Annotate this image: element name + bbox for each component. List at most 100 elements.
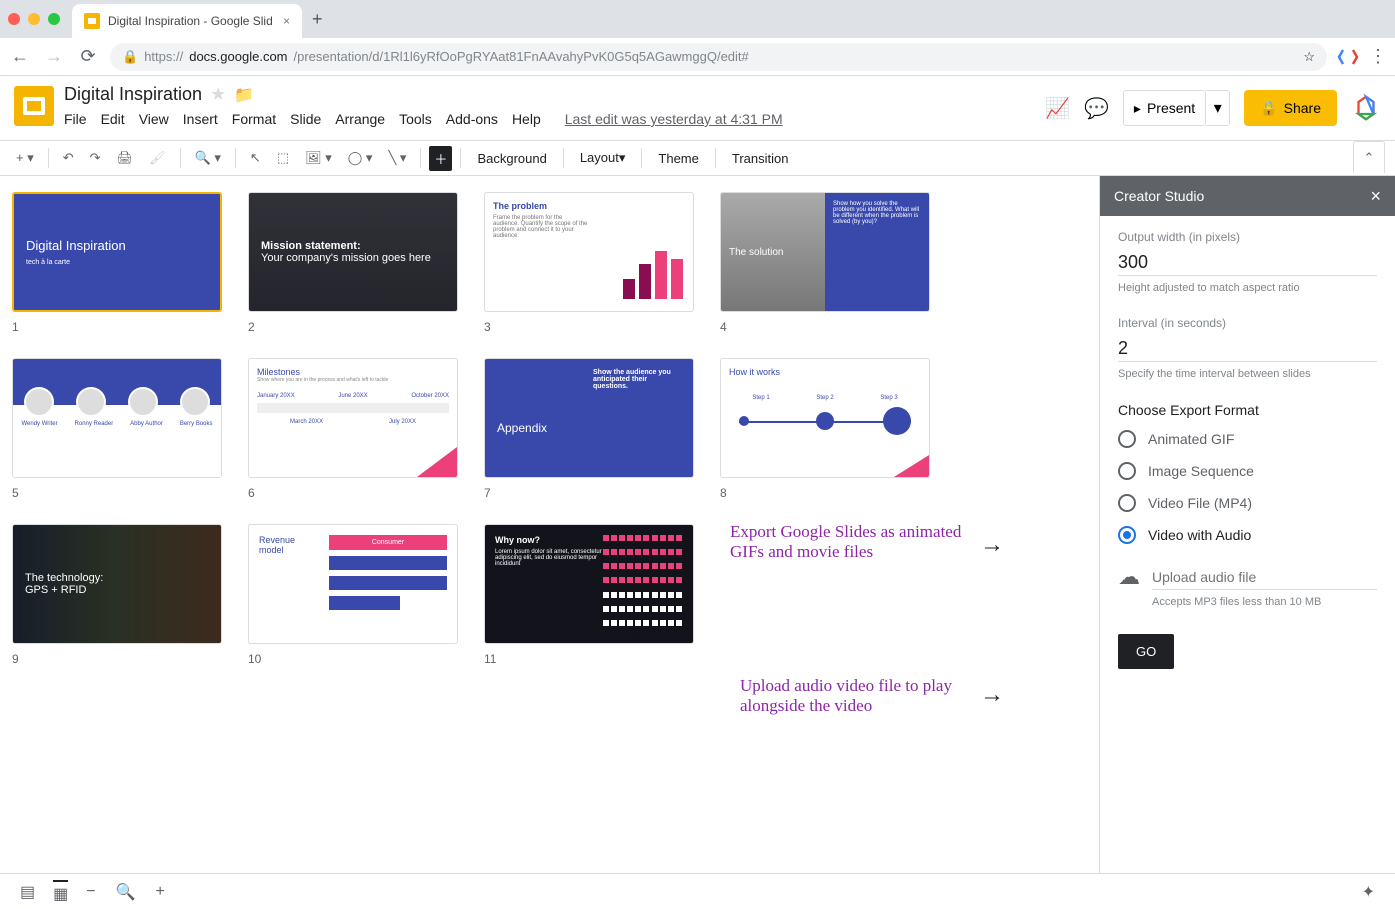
folder-icon[interactable]: 📁: [234, 85, 254, 105]
sidepanel-header: Creator Studio ×: [1100, 176, 1395, 216]
reload-button[interactable]: ⟳: [76, 46, 100, 67]
format-image-sequence[interactable]: Image Sequence: [1118, 462, 1377, 480]
output-width-hint: Height adjusted to match aspect ratio: [1118, 282, 1377, 294]
activity-icon[interactable]: 📈: [1045, 96, 1070, 121]
lock-icon: 🔒: [1260, 100, 1277, 117]
menu-addons[interactable]: Add-ons: [446, 111, 498, 127]
present-button[interactable]: ▸ Present: [1123, 90, 1206, 126]
format-video-audio[interactable]: Video with Audio: [1118, 526, 1377, 544]
theme-button[interactable]: Theme: [650, 147, 706, 170]
star-icon[interactable]: ★: [210, 84, 226, 105]
slide-thumb-6[interactable]: Milestones Show where you are in the pro…: [248, 358, 458, 500]
output-width-label: Output width (in pixels): [1118, 230, 1377, 244]
interval-label: Interval (in seconds): [1118, 316, 1377, 330]
close-window-icon[interactable]: [8, 13, 20, 25]
slide-thumb-3[interactable]: The problem Frame the problem for the au…: [484, 192, 694, 334]
present-icon: ▸: [1134, 100, 1141, 117]
present-dropdown[interactable]: ▾: [1206, 90, 1230, 126]
forward-button[interactable]: →: [42, 46, 66, 67]
undo-button[interactable]: ↶: [57, 146, 80, 170]
share-button[interactable]: 🔒 Share: [1244, 90, 1337, 126]
layout-button[interactable]: Layout▾: [572, 146, 634, 170]
menu-edit[interactable]: Edit: [101, 111, 125, 127]
cloud-upload-icon: ☁: [1118, 564, 1140, 590]
comment-button[interactable]: ＋: [429, 146, 452, 171]
slide-thumb-2[interactable]: Mission statement:Your company's mission…: [248, 192, 458, 334]
export-format-label: Choose Export Format: [1118, 402, 1377, 418]
zoom-out-button[interactable]: −: [86, 883, 95, 901]
arrow-icon: →: [980, 531, 1004, 559]
address-bar: ← → ⟳ 🔒 https://docs.google.com/presenta…: [0, 38, 1395, 76]
annotation-export: Export Google Slides as animated GIFs an…: [730, 522, 980, 562]
slide-thumb-1[interactable]: Digital Inspirationtech à la carte 1: [12, 192, 222, 334]
slide-thumb-9[interactable]: The technology:GPS + RFID 9: [12, 524, 222, 666]
line-tool[interactable]: ╲ ▾: [382, 146, 412, 170]
format-animated-gif[interactable]: Animated GIF: [1118, 430, 1377, 448]
slide-thumb-4[interactable]: The solution Show how you solve the prob…: [720, 192, 930, 334]
upload-audio-row[interactable]: ☁: [1118, 564, 1377, 590]
redo-button[interactable]: ↷: [84, 146, 107, 170]
annotation-upload: Upload audio video file to play alongsid…: [740, 676, 970, 716]
toolbar: + ▾ ↶ ↷ 🖨 🖌 🔍 ▾ ↖ ⬚ 🖼 ▾ ◯ ▾ ╲ ▾ ＋ Backgr…: [0, 140, 1395, 176]
paint-format-button[interactable]: 🖌: [143, 146, 172, 170]
slide-thumb-10[interactable]: Revenue model Consumer 10: [248, 524, 458, 666]
background-button[interactable]: Background: [469, 147, 554, 170]
explore-button[interactable]: ✦: [1362, 882, 1375, 902]
slide-thumb-5[interactable]: Wendy WriterRonny ReaderAbby AuthorBerry…: [12, 358, 222, 500]
collapse-toolbar-button[interactable]: ⌃: [1353, 141, 1385, 173]
interval-input[interactable]: [1118, 336, 1377, 362]
bookmark-star-icon[interactable]: ☆: [1303, 49, 1315, 65]
upload-audio-input[interactable]: [1152, 565, 1377, 590]
doc-title[interactable]: Digital Inspiration: [64, 84, 202, 105]
slides-logo-icon[interactable]: [14, 86, 54, 126]
go-button[interactable]: GO: [1118, 634, 1174, 669]
output-width-input[interactable]: [1118, 250, 1377, 276]
menu-help[interactable]: Help: [512, 111, 541, 127]
grid-view-icon[interactable]: ▦: [53, 880, 68, 904]
url-input[interactable]: 🔒 https://docs.google.com/presentation/d…: [110, 43, 1327, 71]
slide-thumb-7[interactable]: Show the audience you anticipated their …: [484, 358, 694, 500]
browser-tab[interactable]: Digital Inspiration - Google Slid ×: [72, 4, 302, 38]
zoom-fit-button[interactable]: 🔍: [116, 882, 136, 902]
new-tab-button[interactable]: +: [312, 9, 323, 30]
textbox-tool[interactable]: ⬚: [271, 146, 295, 170]
maximize-window-icon[interactable]: [48, 13, 60, 25]
menu-slide[interactable]: Slide: [290, 111, 321, 127]
menu-view[interactable]: View: [139, 111, 169, 127]
last-edit-link[interactable]: Last edit was yesterday at 4:31 PM: [565, 111, 783, 127]
comments-icon[interactable]: 💬: [1084, 96, 1109, 121]
select-tool[interactable]: ↖: [244, 146, 267, 170]
footer-bar: ▤ ▦ − 🔍 + ✦: [0, 873, 1395, 909]
url-host: docs.google.com: [189, 49, 287, 64]
menu-insert[interactable]: Insert: [183, 111, 218, 127]
close-tab-icon[interactable]: ×: [283, 14, 290, 28]
slide-thumb-11[interactable]: Why now?Lorem ipsum dolor sit amet, cons…: [484, 524, 694, 666]
close-panel-button[interactable]: ×: [1370, 186, 1381, 207]
browser-tab-bar: Digital Inspiration - Google Slid × +: [0, 0, 1395, 38]
menu-format[interactable]: Format: [232, 111, 276, 127]
transition-button[interactable]: Transition: [724, 147, 797, 170]
interval-hint: Specify the time interval between slides: [1118, 368, 1377, 380]
gsuite-logo-icon[interactable]: [1351, 93, 1381, 123]
menu-arrange[interactable]: Arrange: [335, 111, 385, 127]
image-tool[interactable]: 🖼 ▾: [299, 146, 338, 170]
chrome-menu-icon[interactable]: ⋮: [1369, 46, 1387, 67]
back-button[interactable]: ←: [8, 46, 32, 67]
zoom-in-button[interactable]: +: [156, 883, 165, 901]
format-video-mp4[interactable]: Video File (MP4): [1118, 494, 1377, 512]
window-controls: [8, 13, 60, 25]
upload-hint: Accepts MP3 files less than 10 MB: [1152, 596, 1377, 608]
menu-tools[interactable]: Tools: [399, 111, 432, 127]
devtools-icon[interactable]: [1337, 46, 1359, 68]
shape-tool[interactable]: ◯ ▾: [342, 146, 379, 170]
minimize-window-icon[interactable]: [28, 13, 40, 25]
lock-icon: 🔒: [122, 49, 138, 65]
zoom-button[interactable]: 🔍 ▾: [189, 146, 227, 170]
menu-file[interactable]: File: [64, 111, 87, 127]
notes-view-icon[interactable]: ▤: [20, 882, 35, 902]
slide-grid-view: Digital Inspirationtech à la carte 1 Mis…: [0, 176, 1099, 873]
slide-thumb-8[interactable]: How it works Step 1Step 2Step 3 8: [720, 358, 930, 500]
new-slide-button[interactable]: + ▾: [10, 146, 40, 170]
doc-title-row: Digital Inspiration ★ 📁: [64, 84, 1035, 105]
print-button[interactable]: 🖨: [111, 146, 140, 170]
